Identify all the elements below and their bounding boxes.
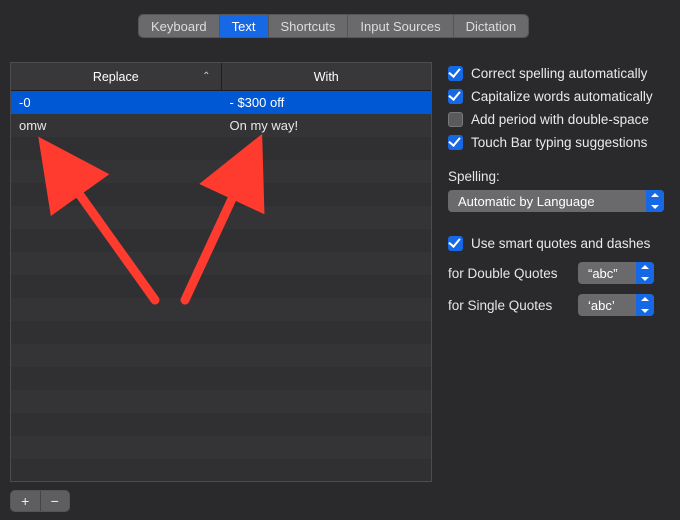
single-quotes-row: for Single Quotes ‘abc’ xyxy=(448,292,670,318)
opt-label: Use smart quotes and dashes xyxy=(471,236,650,251)
popup-chevrons-icon xyxy=(636,262,654,284)
table-row xyxy=(11,298,431,321)
col-with[interactable]: With xyxy=(222,63,432,90)
spelling-label: Spelling: xyxy=(448,169,670,184)
single-quotes-label: for Single Quotes xyxy=(448,298,578,313)
table-row[interactable]: omwOn my way! xyxy=(11,114,431,137)
spelling-popup[interactable]: Automatic by Language xyxy=(448,190,664,212)
checkbox-icon xyxy=(448,236,463,251)
col-replace-label: Replace xyxy=(93,70,139,84)
table-header: Replace ⌃ With xyxy=(11,63,431,91)
table-body: -0- $300 offomwOn my way! xyxy=(11,91,431,481)
table-row xyxy=(11,252,431,275)
tab-dictation[interactable]: Dictation xyxy=(454,15,529,37)
text-replacements-table: Replace ⌃ With -0- $300 offomwOn my way! xyxy=(10,62,432,482)
tab-input-sources[interactable]: Input Sources xyxy=(348,15,453,37)
opt-correct-spelling[interactable]: Correct spelling automatically xyxy=(448,62,670,84)
popup-chevrons-icon xyxy=(646,190,664,212)
table-row xyxy=(11,229,431,252)
table-row xyxy=(11,206,431,229)
opt-smart-quotes[interactable]: Use smart quotes and dashes xyxy=(448,232,670,254)
table-row[interactable]: -0- $300 off xyxy=(11,91,431,114)
col-with-label: With xyxy=(314,70,339,84)
table-row xyxy=(11,275,431,298)
table-row xyxy=(11,137,431,160)
tab-text[interactable]: Text xyxy=(220,15,269,37)
col-replace[interactable]: Replace ⌃ xyxy=(11,63,222,90)
table-row xyxy=(11,390,431,413)
popup-chevrons-icon xyxy=(636,294,654,316)
add-button[interactable]: + xyxy=(11,491,41,511)
opt-label: Correct spelling automatically xyxy=(471,66,647,81)
opt-label: Capitalize words automatically xyxy=(471,89,653,104)
opt-label: Add period with double-space xyxy=(471,112,649,127)
table-row xyxy=(11,321,431,344)
prefs-tabbar: Keyboard Text Shortcuts Input Sources Di… xyxy=(138,14,529,38)
double-quotes-label: for Double Quotes xyxy=(448,266,578,281)
table-row xyxy=(11,183,431,206)
opt-capitalize[interactable]: Capitalize words automatically xyxy=(448,85,670,107)
single-quotes-popup[interactable]: ‘abc’ xyxy=(578,294,654,316)
table-row xyxy=(11,367,431,390)
tab-keyboard[interactable]: Keyboard xyxy=(139,15,220,37)
table-row xyxy=(11,459,431,481)
remove-button[interactable]: − xyxy=(41,491,70,511)
cell-replace[interactable]: omw xyxy=(11,114,221,137)
double-quotes-value: “abc” xyxy=(588,266,618,281)
add-remove-group: + − xyxy=(10,490,70,512)
opt-label: Touch Bar typing suggestions xyxy=(471,135,647,150)
spelling-value: Automatic by Language xyxy=(458,194,595,209)
tab-shortcuts[interactable]: Shortcuts xyxy=(269,15,349,37)
cell-with[interactable]: On my way! xyxy=(221,114,432,137)
table-row xyxy=(11,413,431,436)
cell-replace[interactable]: -0 xyxy=(11,91,221,114)
opt-touchbar[interactable]: Touch Bar typing suggestions xyxy=(448,131,670,153)
opt-period[interactable]: Add period with double-space xyxy=(448,108,670,130)
checkbox-icon xyxy=(448,112,463,127)
single-quotes-value: ‘abc’ xyxy=(588,298,615,313)
double-quotes-popup[interactable]: “abc” xyxy=(578,262,654,284)
table-row xyxy=(11,436,431,459)
table-row xyxy=(11,160,431,183)
table-row xyxy=(11,344,431,367)
cell-with[interactable]: - $300 off xyxy=(221,91,432,114)
sort-indicator-icon: ⌃ xyxy=(202,71,210,82)
double-quotes-row: for Double Quotes “abc” xyxy=(448,260,670,286)
checkbox-icon xyxy=(448,89,463,104)
checkbox-icon xyxy=(448,135,463,150)
checkbox-icon xyxy=(448,66,463,81)
text-options: Correct spelling automatically Capitaliz… xyxy=(448,62,670,318)
